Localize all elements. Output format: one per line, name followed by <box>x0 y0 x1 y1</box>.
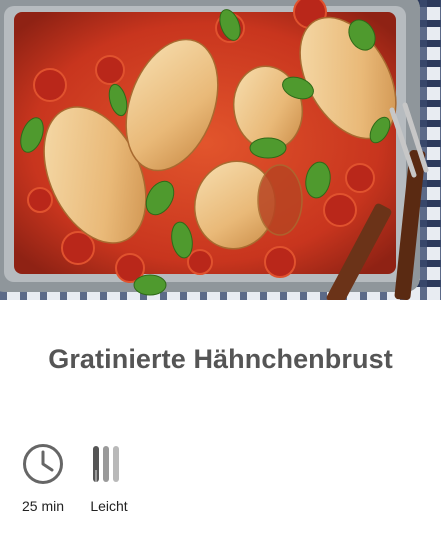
recipe-card[interactable]: Gratinierte Hähnchenbrust 25 min Leicht <box>0 0 441 544</box>
cooking-time: 25 min <box>18 442 68 514</box>
difficulty-label: Leicht <box>90 498 128 514</box>
clock-icon <box>18 442 68 486</box>
recipe-image <box>0 0 441 300</box>
cooking-time-label: 25 min <box>21 498 65 514</box>
recipe-title[interactable]: Gratinierte Hähnchenbrust <box>0 344 441 375</box>
cutlery-icon <box>84 442 134 486</box>
difficulty: Leicht <box>84 442 134 514</box>
